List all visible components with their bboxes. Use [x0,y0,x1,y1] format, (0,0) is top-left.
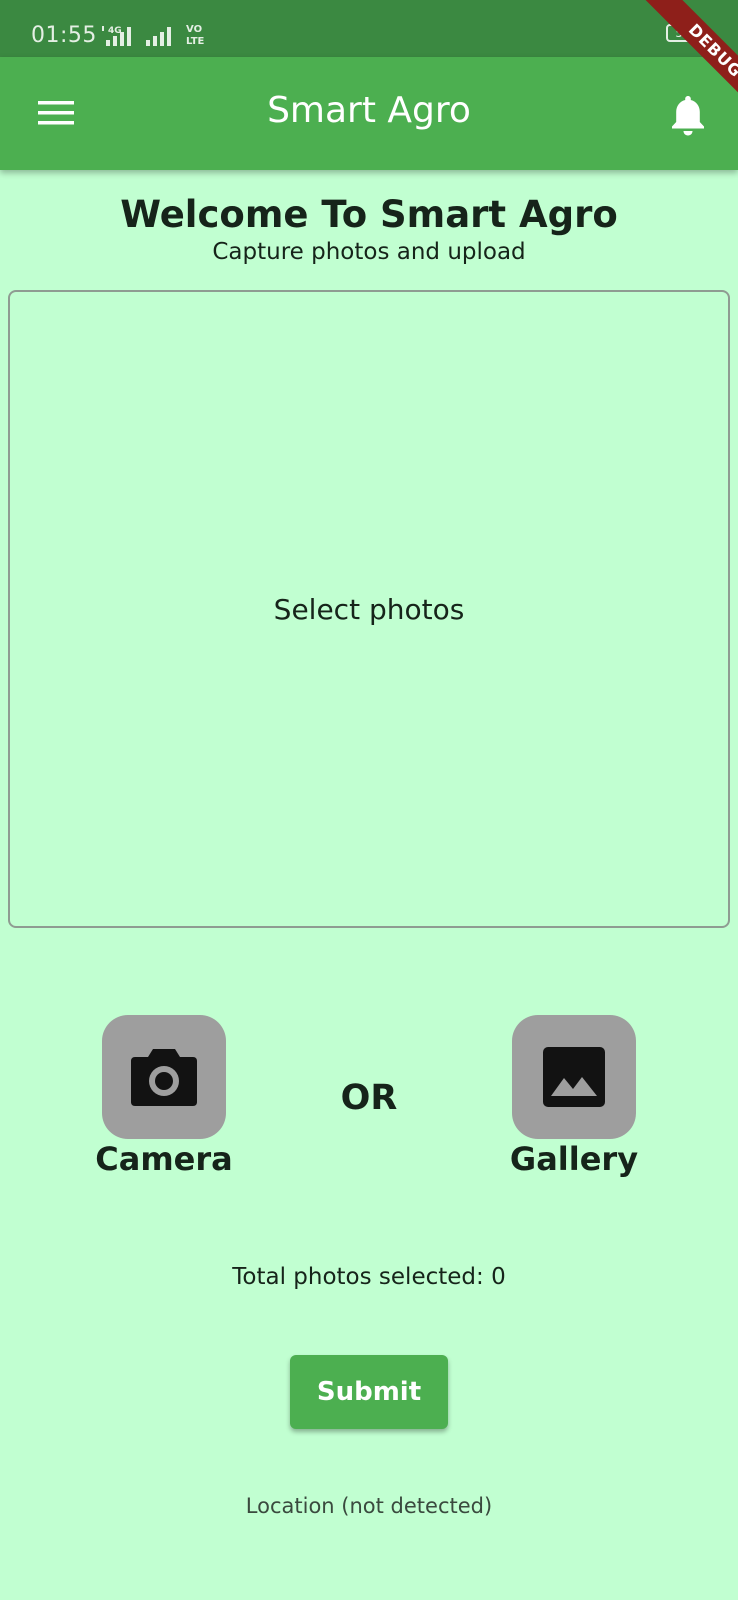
camera-icon [131,1049,197,1106]
signal-icon [146,27,171,46]
camera-button[interactable] [102,1015,226,1139]
photo-select-label: Select photos [273,592,465,626]
svg-text:4G: 4G [108,26,122,36]
gallery-icon [543,1047,605,1107]
submit-button[interactable]: Submit [290,1355,448,1429]
bell-icon[interactable] [668,93,708,137]
battery-tip [701,30,704,37]
status-time: 01:55 [31,23,97,48]
battery-icon: 55 [666,24,700,42]
camera-label: Camera [95,1140,233,1178]
gallery-button[interactable] [512,1015,636,1139]
welcome-title: Welcome To Smart Agro [120,193,618,236]
svg-text:VO: VO [186,24,202,35]
location-status: Location (not detected) [245,1494,493,1518]
status-bar: 01:55 4G VO LTE 55 [0,0,738,57]
or-separator: OR [340,1078,398,1118]
app-title: Smart Agro [267,90,471,131]
photo-select-area[interactable]: Select photos [8,290,730,928]
network-icons: 4G VO LTE [102,22,216,46]
gallery-label: Gallery [509,1140,639,1178]
svg-text:LTE: LTE [186,36,205,46]
app-bar: Smart Agro [0,57,738,170]
battery-level: 55 [675,26,691,40]
welcome-subtitle: Capture photos and upload [212,239,526,265]
volte-icon: VO LTE [186,24,205,46]
signal-4g-icon: 4G [102,26,131,46]
total-photos-selected: Total photos selected: 0 [232,1264,506,1290]
